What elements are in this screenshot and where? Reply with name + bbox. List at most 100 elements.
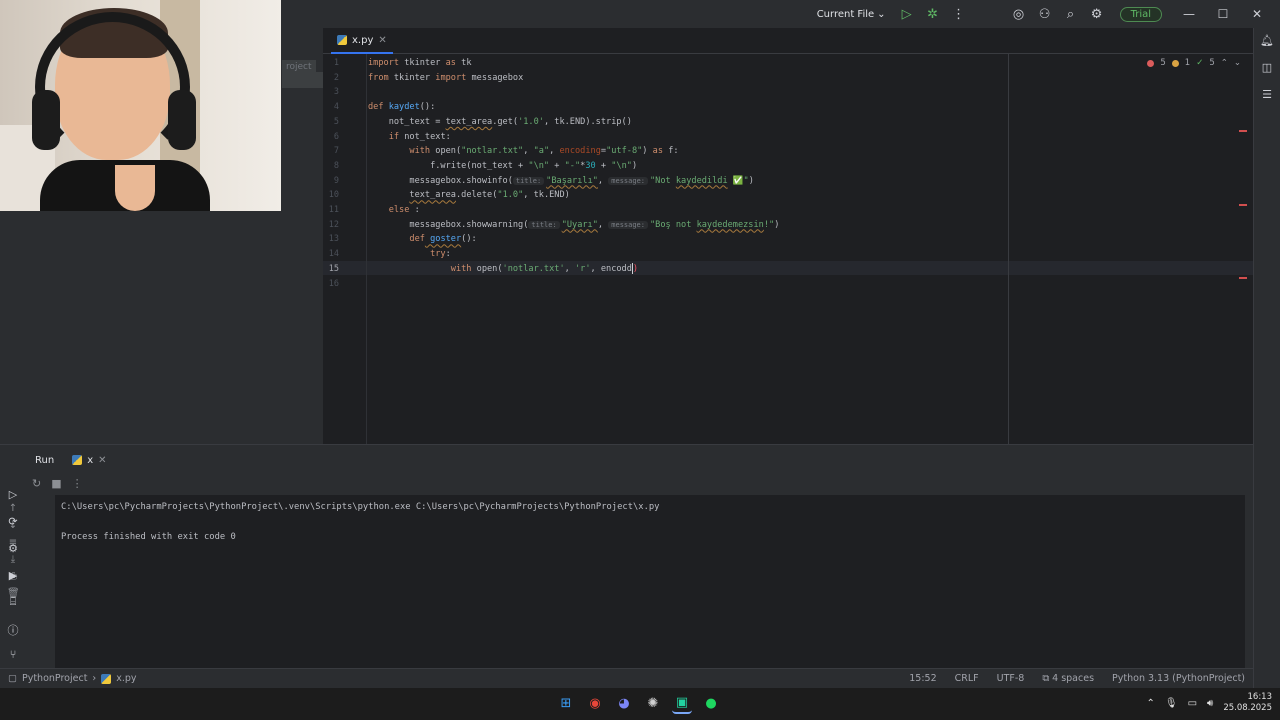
- discord-icon[interactable]: ◕: [614, 692, 634, 714]
- debug-icon[interactable]: ✲: [922, 4, 944, 24]
- clock-time: 16:13: [1247, 692, 1273, 702]
- line-number-gutter: 1 2 3 4 5 6 7 8 9 10 11 12 13 14 15 16: [323, 58, 367, 444]
- minimize-icon[interactable]: —: [1174, 7, 1204, 21]
- volume-icon[interactable]: 🔊︎: [1207, 698, 1213, 709]
- maximize-icon[interactable]: ☐: [1208, 7, 1238, 21]
- spotify-icon[interactable]: ●: [701, 692, 721, 714]
- code-line-6: if not_text:: [368, 131, 451, 142]
- microphone-icon[interactable]: 🎙︎: [1165, 698, 1178, 709]
- warning-icon: [1171, 59, 1179, 67]
- code-line-15: with open('notlar.txt', 'r', encodd): [368, 262, 639, 274]
- ai-chat-icon[interactable]: ◫: [1260, 61, 1274, 75]
- taskbar-apps: ⊞ ◉ ◕ ✺ ▣ ●: [556, 692, 721, 714]
- line-number: 5: [333, 116, 339, 127]
- param-hint-title: title:: [528, 220, 560, 229]
- error-stripe-mark[interactable]: [1239, 130, 1247, 132]
- display-icon[interactable]: ▭: [1188, 698, 1197, 709]
- error-stripe-mark[interactable]: [1239, 277, 1247, 279]
- line-separator[interactable]: CRLF: [955, 673, 979, 684]
- pycharm-icon[interactable]: ▣: [672, 692, 692, 714]
- line-number: 8: [333, 160, 339, 171]
- run-tool-icon[interactable]: ▷: [6, 488, 20, 502]
- code-line-12: messagebox.showwarning(title: "Uyarı", me…: [368, 219, 780, 230]
- right-tool-strip: 🔔︎ ◫ ☰: [1253, 28, 1280, 688]
- breadcrumb-file[interactable]: x.py: [116, 673, 136, 684]
- run-config-selector[interactable]: Current File ⌄: [811, 6, 892, 23]
- run-tool-window: Run x ✕ ↻ ■ ⋮ ↑ ↓ ≡ ⤓ ⎙ 🗑︎ C:\Users\pc\P…: [0, 444, 1253, 669]
- chevron-down-icon: ⌄: [877, 8, 886, 20]
- console-line: Process finished with exit code 0: [61, 532, 236, 542]
- terminal-icon[interactable]: ⌸: [6, 595, 20, 609]
- code-line-7: with open("notlar.txt", "a", encoding="u…: [368, 146, 679, 157]
- param-hint-title: title:: [512, 176, 545, 185]
- breadcrumb: ▢ PythonProject › x.py: [0, 673, 137, 684]
- code-line-9: messagebox.showinfo(title: "Başarılı", me…: [368, 175, 754, 186]
- services-icon[interactable]: ⚙: [6, 542, 20, 556]
- project-tree-selection[interactable]: [282, 72, 323, 88]
- python-console-icon[interactable]: ▶: [6, 569, 20, 583]
- more-icon[interactable]: ⋮: [72, 477, 83, 490]
- clock-date: 25.08.2025: [1223, 703, 1272, 713]
- code-line-14: try:: [368, 249, 451, 260]
- gear-icon[interactable]: ⚙: [1086, 4, 1108, 24]
- code-line-4: def kaydet():: [368, 102, 436, 113]
- run-toolbar: ↻ ■ ⋮: [32, 477, 83, 490]
- python-file-icon: [337, 35, 347, 45]
- chevron-up-icon[interactable]: ⌃: [1221, 58, 1228, 68]
- indent-setting[interactable]: ⧉ 4 spaces: [1042, 673, 1094, 684]
- warning-count: 1: [1184, 58, 1191, 68]
- git-icon[interactable]: ⑂: [6, 648, 20, 662]
- line-number: 13: [328, 234, 339, 245]
- database-icon[interactable]: ☰: [1260, 88, 1274, 102]
- chatgpt-icon[interactable]: ✺: [643, 692, 663, 714]
- line-number: 2: [333, 72, 339, 83]
- scroll-up-icon[interactable]: ↑: [7, 503, 19, 515]
- close-icon[interactable]: ✕: [1242, 7, 1272, 21]
- line-number: 9: [333, 175, 339, 186]
- caret-position[interactable]: 15:52: [909, 673, 936, 684]
- more-icon[interactable]: ⋮: [948, 4, 970, 24]
- chrome-icon[interactable]: ◉: [585, 692, 605, 714]
- add-user-icon[interactable]: ⚇: [1034, 4, 1056, 24]
- windows-start-icon[interactable]: ⊞: [556, 692, 576, 714]
- line-number: 3: [333, 87, 339, 98]
- code-editor[interactable]: x.py ✕ 1 2 3 4 5 6 7 8 9 10 11 12 13 14 …: [323, 28, 1253, 444]
- code-line-1: import tkinter as tk: [368, 58, 472, 68]
- code-area[interactable]: import tkinter as tk from tkinter import…: [368, 28, 1008, 444]
- line-number-current: 15: [328, 263, 339, 274]
- project-icon: ▢: [8, 673, 17, 684]
- code-line-13: def goster():: [368, 234, 477, 245]
- chevron-up-icon[interactable]: ⌃: [1146, 698, 1154, 709]
- stop-icon[interactable]: ■: [51, 477, 61, 490]
- error-stripe-mark[interactable]: [1239, 204, 1247, 206]
- problems-icon[interactable]: ⓘ: [6, 622, 20, 637]
- clock[interactable]: 16:13 25.08.2025: [1223, 692, 1272, 714]
- file-encoding[interactable]: UTF-8: [997, 673, 1025, 684]
- run-tab-label: x: [87, 454, 94, 466]
- code-line-5: not_text = text_area.get('1.0', tk.END).…: [368, 116, 632, 127]
- code-line-11: else :: [368, 205, 420, 215]
- interpreter-selector[interactable]: Python 3.13 (PythonProject): [1112, 673, 1245, 684]
- run-tab-x[interactable]: x ✕: [72, 454, 107, 466]
- notifications-icon[interactable]: 🔔︎: [1260, 34, 1274, 48]
- ai-assistant-icon[interactable]: ◎: [1008, 4, 1030, 24]
- rerun-icon[interactable]: ↻: [32, 477, 41, 490]
- system-tray: ⌃ 🎙︎ ▭ 🔊︎ 16:13 25.08.2025: [1146, 692, 1272, 714]
- console-line: C:\Users\pc\PycharmProjects\PythonProjec…: [61, 502, 660, 512]
- param-hint-message: message:: [608, 220, 648, 229]
- breadcrumb-project[interactable]: PythonProject: [22, 673, 87, 684]
- trial-button[interactable]: Trial: [1119, 6, 1162, 22]
- windows-taskbar: ⊞ ◉ ◕ ✺ ▣ ● ⌃ 🎙︎ ▭ 🔊︎ 16:13 25.08.2025: [0, 688, 1280, 720]
- webcam-overlay: [0, 0, 281, 211]
- python-packages-icon[interactable]: ⟳: [6, 515, 20, 529]
- webcam-earcup-left: [32, 90, 60, 150]
- right-margin-guide: [1008, 54, 1009, 444]
- console-output[interactable]: C:\Users\pc\PycharmProjects\PythonProjec…: [55, 495, 1245, 669]
- run-icon[interactable]: ▷: [896, 4, 918, 24]
- inspection-widget[interactable]: 5 1 ✓ 5 ⌃ ⌄: [1147, 58, 1241, 68]
- close-tab-icon[interactable]: ✕: [98, 455, 106, 466]
- chevron-down-icon[interactable]: ⌄: [1234, 58, 1241, 68]
- search-icon[interactable]: ⌕: [1060, 4, 1082, 24]
- python-file-icon: [101, 673, 112, 684]
